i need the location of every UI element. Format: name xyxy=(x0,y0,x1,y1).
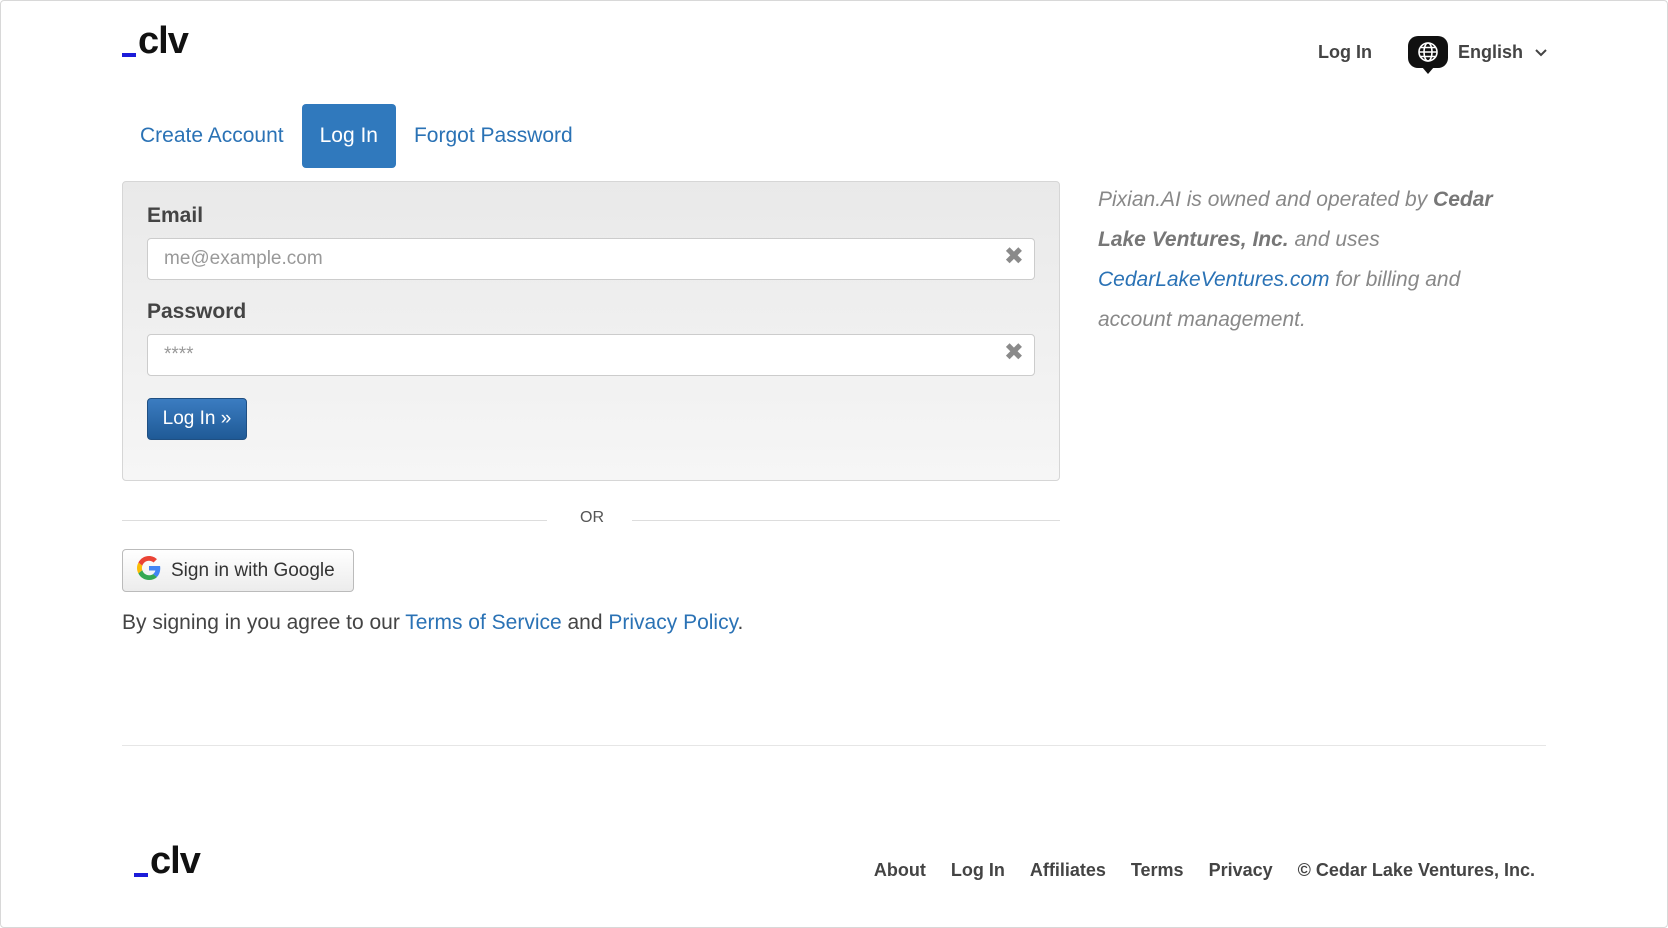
divider-left xyxy=(122,520,547,521)
agreement-middle: and xyxy=(561,611,609,634)
language-label: English xyxy=(1458,41,1524,62)
email-label: Email xyxy=(147,204,204,227)
login-panel: Email ✖ Password ✖ Log In » xyxy=(122,181,1060,481)
footer-divider xyxy=(122,745,1546,746)
cedar-lake-link[interactable]: CedarLakeVentures.com xyxy=(1098,268,1330,291)
logo[interactable]: clv xyxy=(122,20,189,62)
chevron-down-icon xyxy=(1535,45,1547,60)
footer-links: About Log In Affiliates Terms Privacy © … xyxy=(874,860,1535,881)
clear-password-icon[interactable]: ✖ xyxy=(1004,341,1024,365)
footer-copyright: © Cedar Lake Ventures, Inc. xyxy=(1297,860,1535,880)
google-signin-button[interactable]: Sign in with Google xyxy=(122,549,354,592)
email-field-wrapper: ✖ xyxy=(147,238,1035,280)
ownership-note: Pixian.AI is owned and operated by Cedar… xyxy=(1098,180,1518,340)
agreement-text: By signing in you agree to our Terms of … xyxy=(122,611,743,635)
google-signin-label: Sign in with Google xyxy=(171,559,335,581)
divider-right xyxy=(632,520,1060,521)
header-login-link[interactable]: Log In xyxy=(1318,42,1372,63)
note-part2: and uses xyxy=(1288,228,1380,251)
privacy-policy-link[interactable]: Privacy Policy xyxy=(608,611,737,634)
email-field[interactable] xyxy=(148,239,1000,279)
footer-link-about[interactable]: About xyxy=(874,860,926,881)
tab-forgot-password[interactable]: Forgot Password xyxy=(396,104,591,168)
auth-tabs: Create Account Log In Forgot Password xyxy=(122,104,591,168)
google-icon xyxy=(137,555,161,586)
footer-link-login[interactable]: Log In xyxy=(951,860,1005,881)
terms-of-service-link[interactable]: Terms of Service xyxy=(405,611,561,634)
footer-link-affiliates[interactable]: Affiliates xyxy=(1030,860,1106,881)
footer-logo-dash xyxy=(134,873,148,877)
divider-or-text: OR xyxy=(580,509,604,526)
agreement-prefix: By signing in you agree to our xyxy=(122,611,406,634)
agreement-suffix: . xyxy=(737,611,744,634)
footer-logo-text: clv xyxy=(150,840,201,882)
password-label: Password xyxy=(147,300,247,323)
clear-email-icon[interactable]: ✖ xyxy=(1004,245,1024,269)
login-submit-button[interactable]: Log In » xyxy=(147,398,247,440)
logo-text: clv xyxy=(138,20,189,62)
password-field-wrapper: ✖ xyxy=(147,334,1035,376)
tab-create-account[interactable]: Create Account xyxy=(122,104,302,168)
footer-logo[interactable]: clv xyxy=(134,840,201,882)
logo-dash xyxy=(122,53,136,57)
language-selector[interactable]: English xyxy=(1408,36,1547,74)
note-part1: Pixian.AI is owned and operated by xyxy=(1098,188,1434,211)
password-field[interactable] xyxy=(148,335,1000,375)
footer-link-privacy[interactable]: Privacy xyxy=(1209,860,1273,881)
tab-log-in[interactable]: Log In xyxy=(301,104,396,168)
globe-icon xyxy=(1408,36,1448,74)
footer-link-terms[interactable]: Terms xyxy=(1131,860,1184,881)
